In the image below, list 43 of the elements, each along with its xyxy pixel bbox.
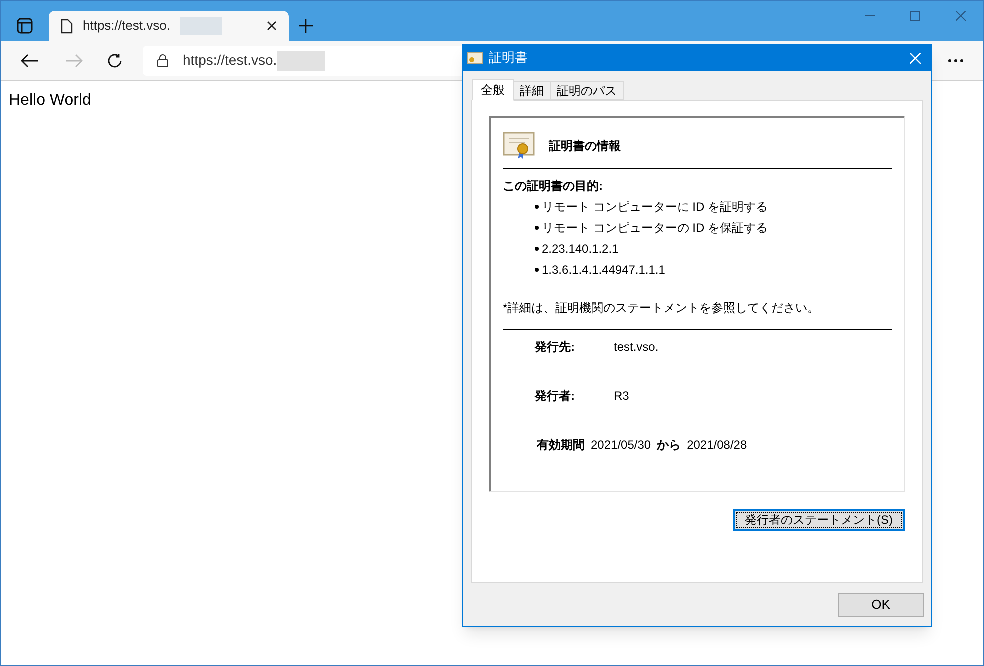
purpose-item: リモート コンピューターの ID を保証する <box>542 220 768 237</box>
bullet-icon <box>535 205 539 209</box>
field-label: 発行先: <box>535 339 576 356</box>
purpose-heading: この証明書の目的: <box>503 178 604 195</box>
close-icon[interactable] <box>267 21 277 31</box>
field-value: 2021/05/30 <box>591 437 652 454</box>
certificate-icon <box>503 132 535 160</box>
field-value: 2021/08/28 <box>687 437 748 454</box>
page-icon <box>61 18 73 34</box>
tab-title: https://test.vso. <box>83 17 170 36</box>
back-icon[interactable] <box>21 54 39 68</box>
browser-tab[interactable]: https://test.vso. <box>49 11 289 41</box>
more-icon[interactable] <box>948 59 964 63</box>
field-value: test.vso. <box>614 339 659 356</box>
bullet-icon <box>535 247 539 251</box>
lock-icon <box>157 54 169 68</box>
tab-actions-icon[interactable] <box>17 18 33 34</box>
section-heading: 証明書の情報 <box>549 138 621 155</box>
dialog-tab[interactable]: 詳細 <box>513 81 551 100</box>
certificate-icon <box>467 52 483 64</box>
field-label: 発行者: <box>535 388 576 405</box>
dialog-title: 証明書 <box>489 49 528 68</box>
maximize-icon[interactable] <box>910 11 920 21</box>
field-label: から <box>657 437 682 454</box>
purpose-item: 2.23.140.1.2.1 <box>542 241 619 258</box>
blurred-area <box>277 50 326 70</box>
field-label: 有効期間 <box>537 437 585 454</box>
purpose-item: 1.3.6.1.4.1.44947.1.1.1 <box>542 262 666 279</box>
minimize-icon[interactable] <box>865 15 875 17</box>
purpose-item: リモート コンピューターに ID を証明する <box>542 199 768 216</box>
address-text: https://test.vso. <box>183 51 278 70</box>
note-text: *詳細は、証明機関のステートメントを参照してください。 <box>503 299 892 330</box>
dialog-tab[interactable]: 全般 <box>472 79 514 101</box>
ok-button[interactable]: OK <box>838 592 924 616</box>
page-text: Hello World <box>9 92 92 109</box>
refresh-icon[interactable] <box>107 52 123 68</box>
dialog-tab[interactable]: 証明のパス <box>550 81 624 100</box>
bullet-icon <box>535 268 539 272</box>
blurred-area <box>180 17 222 35</box>
issuer-statement-button[interactable]: 発行者のステートメント(S) <box>733 509 905 531</box>
bullet-icon <box>535 226 539 230</box>
field-value: R3 <box>614 388 630 405</box>
new-tab-icon[interactable] <box>299 19 313 33</box>
